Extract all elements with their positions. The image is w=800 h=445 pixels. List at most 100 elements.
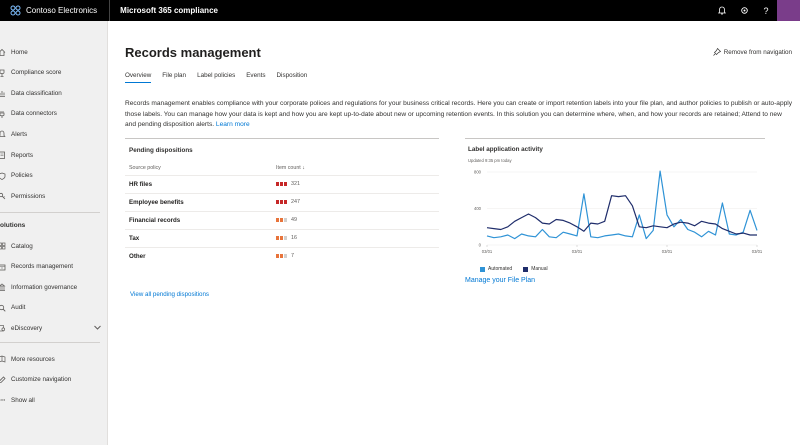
severity-bar-segment (280, 254, 283, 258)
sidebar-item-label: Data connectors (11, 110, 57, 118)
sidebar-item-label: Customize navigation (11, 376, 72, 384)
severity-bar-segment (276, 200, 279, 204)
pending-dispositions-title: Pending dispositions (129, 147, 193, 154)
sidebar-item-data-connectors[interactable]: Data connectors (0, 105, 108, 123)
view-all-pending-dispositions-link[interactable]: View all pending dispositions (130, 291, 209, 298)
top-bar: Contoso Electronics Microsoft 365 compli… (0, 0, 800, 21)
y-tick-label: 800 (474, 170, 482, 175)
brand-name: Contoso Electronics (26, 6, 98, 15)
severity-bar-segment (276, 218, 279, 222)
gear-icon[interactable] (733, 0, 755, 21)
bell-icon[interactable] (711, 0, 733, 21)
report-icon (0, 151, 6, 160)
severity-bar-segment (280, 200, 283, 204)
sidebar-item-label: Show all (11, 396, 35, 404)
legend-swatch-automated (480, 266, 485, 272)
severity-bar-segment (280, 218, 283, 222)
table-row[interactable]: Other 7 (125, 247, 439, 264)
resources-icon (0, 355, 6, 364)
sidebar-item-customize-navigation[interactable]: Customize navigation (0, 371, 108, 389)
tab-disposition[interactable]: Disposition (277, 72, 308, 83)
sidebar-item-label: Information governance (11, 283, 78, 291)
ediscovery-icon (0, 324, 6, 333)
tab-file-plan[interactable]: File plan (162, 72, 186, 83)
sidebar-item-information-governance[interactable]: Information governance (0, 278, 108, 296)
table-row[interactable]: Financial records 49 (125, 211, 439, 228)
unpin-icon (713, 47, 721, 56)
table-row[interactable]: HR files 321 (125, 175, 439, 192)
help-icon[interactable]: ? (755, 0, 777, 21)
sidebar-item-show-all[interactable]: Show all (0, 391, 108, 409)
sidebar-item-label: Home (11, 48, 28, 56)
manage-file-plan-link[interactable]: Manage your File Plan (465, 277, 535, 284)
sidebar-item-more-resources[interactable]: More resources (0, 350, 108, 368)
column-header-source-policy[interactable]: Source policy (129, 165, 161, 171)
severity-bar-segment (284, 200, 287, 204)
learn-more-link[interactable]: Learn more (216, 121, 250, 128)
severity-bar-segment (284, 182, 287, 186)
item-count: 16 (291, 235, 297, 241)
legend-swatch-manual (523, 266, 529, 272)
table-row[interactable]: Tax 16 (125, 229, 439, 246)
home-icon (0, 48, 6, 57)
brand[interactable]: Contoso Electronics (10, 0, 109, 21)
card-divider (465, 138, 765, 139)
sidebar-item-label: Reports (11, 151, 34, 159)
tab-events[interactable]: Events (246, 72, 265, 83)
chart-icon (0, 89, 6, 98)
sidebar-item-data-classification[interactable]: Data classification (0, 84, 108, 102)
legend-item-automated[interactable]: Automated (480, 266, 512, 272)
page-title: Records management (125, 45, 261, 60)
sidebar-item-permissions[interactable]: Permissions (0, 187, 108, 205)
sidebar-item-catalog[interactable]: Catalog (0, 237, 108, 255)
sidebar-item-label: Permissions (11, 192, 46, 200)
records-icon (0, 262, 6, 271)
sidebar-item-label: More resources (11, 355, 55, 363)
policy-icon (0, 171, 6, 180)
table-header: Source policy Item count ↓ (129, 165, 439, 175)
source-policy-name: Financial records (129, 217, 181, 224)
severity-indicator (276, 254, 288, 258)
catalog-icon (0, 242, 6, 251)
table-row[interactable]: Employee benefits 247 (125, 193, 439, 210)
severity-indicator (276, 200, 288, 204)
sidebar-item-label: Audit (11, 304, 26, 312)
pending-dispositions-card: Pending dispositions Source policy Item … (125, 138, 439, 298)
y-tick-label: 0 (479, 243, 482, 248)
nav-divider (0, 212, 100, 213)
legend-item-manual[interactable]: Manual (523, 266, 548, 272)
activity-line-chart: 800400003/01 03/01 03/01 03/01 (474, 170, 763, 255)
item-count: 321 (291, 181, 300, 187)
sidebar-item-ediscovery[interactable]: eDiscovery (0, 319, 108, 337)
source-policy-name: Employee benefits (129, 199, 184, 206)
item-count: 7 (291, 253, 294, 259)
sidebar-item-label: Policies (11, 172, 33, 180)
column-header-item-count[interactable]: Item count ↓ (276, 165, 305, 171)
avatar[interactable] (777, 0, 800, 21)
tab-bar: Overview File plan Label policies Events Dis… (125, 72, 318, 83)
sidebar-item-label: Compliance score (11, 69, 62, 77)
sidebar-nav: Home Compliance score Data classification D… (0, 21, 108, 445)
sidebar-item-home[interactable]: Home (0, 43, 108, 61)
label-application-activity-card: Label application activity Updated 9:35 … (465, 138, 765, 288)
x-tick-label: 03/01 (482, 249, 493, 254)
sidebar-item-alerts[interactable]: Alerts (0, 125, 108, 143)
sidebar-item-records-management[interactable]: Records management (0, 258, 108, 276)
tab-label-policies[interactable]: Label policies (197, 72, 235, 83)
sidebar-item-compliance-score[interactable]: Compliance score (0, 64, 108, 82)
severity-bar-segment (276, 254, 279, 258)
x-tick-label: 03/01 (662, 249, 673, 254)
remove-from-navigation-button[interactable]: Remove from navigation (713, 47, 792, 56)
sidebar-item-audit[interactable]: Audit (0, 299, 108, 317)
card-divider (125, 138, 439, 139)
ellipsis-icon (0, 396, 6, 405)
series-line-automated (486, 170, 758, 240)
trophy-icon (0, 68, 6, 77)
app-name[interactable]: Microsoft 365 compliance (109, 0, 218, 21)
severity-indicator (276, 236, 288, 240)
sidebar-item-reports[interactable]: Reports (0, 146, 108, 164)
tab-overview[interactable]: Overview (125, 72, 152, 83)
sidebar-item-policies[interactable]: Policies (0, 167, 108, 185)
chevron-down-icon[interactable] (93, 323, 102, 332)
severity-indicator (276, 182, 288, 186)
